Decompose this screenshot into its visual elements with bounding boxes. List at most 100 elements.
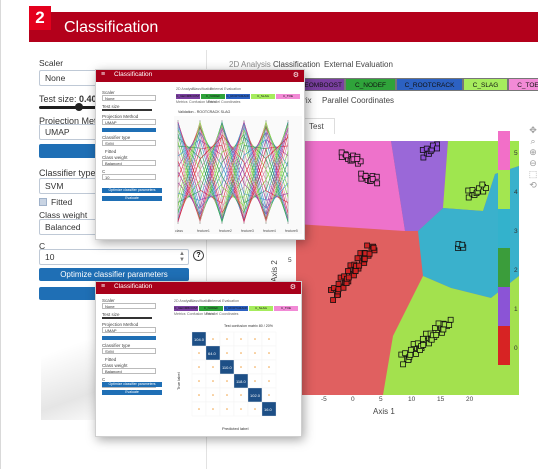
window-subtab[interactable]: Parallel Coordinates: [208, 100, 240, 104]
window-title: Classification: [114, 283, 153, 290]
window-subtab[interactable]: Metrics: [174, 312, 186, 316]
autoscale-icon[interactable]: ⬚: [528, 169, 538, 179]
window-class-chip[interactable]: C_TOE: [276, 94, 300, 99]
subtab-parallel-coordinates[interactable]: Parallel Coordinates: [322, 96, 394, 105]
y-tick: 5: [288, 257, 292, 264]
fitted-checkbox[interactable]: [39, 198, 47, 206]
window-class-chip[interactable]: C_ROOTCRACK: [226, 94, 250, 99]
app-root: 2 Classification Scaler None Test size: …: [0, 0, 538, 469]
colorbar-segment: [498, 326, 510, 365]
settings-icon[interactable]: ⚙: [293, 71, 299, 79]
tab-test[interactable]: Test: [309, 122, 324, 131]
y-axis-label: Axis 2: [270, 260, 279, 282]
x-axis-label: Axis 1: [373, 407, 395, 416]
window-test-size-slider[interactable]: [102, 109, 152, 111]
colorbar-segment: [498, 209, 510, 248]
test-size-slider[interactable]: [39, 106, 99, 109]
window-optimize-button[interactable]: Optimize classifier parameters: [102, 382, 162, 387]
window-class-chip[interactable]: C_ROOTCRACK: [224, 306, 248, 311]
matrix-value: 110.0: [222, 365, 232, 370]
help-icon[interactable]: ?: [193, 250, 204, 261]
window-evaluate-button[interactable]: Evaluate: [102, 196, 162, 201]
data-point: [343, 152, 350, 159]
x-tick: 15: [437, 396, 445, 403]
data-point: [356, 262, 363, 269]
window-class-chip[interactable]: C_NODEF: [199, 306, 223, 311]
data-point: [366, 250, 373, 257]
window-field-select[interactable]: None: [102, 303, 156, 309]
colorbar-tick: 0: [514, 345, 518, 352]
classification-window-parallel: ≡ Classification ⚙ Scaler None Test size Pr…: [95, 69, 305, 240]
class-chip[interactable]: C_TOE: [508, 78, 538, 91]
optimize-button[interactable]: Optimize classifier parameters: [39, 268, 189, 281]
data-point: [345, 274, 352, 281]
x-tick: 10: [408, 396, 416, 403]
tab-2d-analysis[interactable]: 2D Analysis: [229, 60, 271, 69]
window-project-button[interactable]: [102, 128, 156, 132]
data-point: [361, 255, 368, 262]
data-point: [335, 286, 342, 293]
zoom-in-icon[interactable]: ⊕: [528, 147, 538, 157]
window-class-chip[interactable]: C_NODEF: [201, 94, 225, 99]
window-class-chip[interactable]: C_GEOMBOOST: [174, 306, 198, 311]
settings-icon[interactable]: ⚙: [290, 283, 296, 291]
c-stepper[interactable]: ▲ ▼: [179, 251, 185, 263]
pan-icon[interactable]: ✥: [528, 125, 538, 135]
colorbar-tick: 5: [514, 150, 518, 157]
data-point: [434, 145, 441, 152]
window-field-select[interactable]: Balanced: [102, 160, 156, 166]
window-test-size-slider[interactable]: [102, 317, 152, 319]
window-field-select[interactable]: SVM: [102, 348, 156, 354]
window-field-select[interactable]: UMAP: [102, 327, 156, 333]
window-class-chip[interactable]: C_SLAG: [249, 306, 273, 311]
colorbar-segment: [498, 287, 510, 326]
c-input[interactable]: 10: [39, 249, 189, 265]
window-field-select[interactable]: UMAP: [102, 119, 156, 125]
pc-axis-label: feature4: [263, 229, 276, 233]
data-point: [400, 361, 406, 368]
zoom-out-icon[interactable]: ⊖: [528, 158, 538, 168]
window-field-select[interactable]: 10: [102, 174, 156, 180]
window-class-chip[interactable]: C_SLAG: [251, 94, 275, 99]
class-chip[interactable]: C_ROOTCRACK: [396, 78, 463, 91]
window-field-select[interactable]: None: [102, 95, 156, 101]
test-size-label: Test size: 0.40: [39, 94, 97, 104]
data-point: [440, 326, 447, 333]
step-badge: 2: [29, 6, 51, 30]
window-optimize-button[interactable]: Optimize classifier parameters: [102, 188, 162, 193]
reset-icon[interactable]: ⟲: [528, 180, 538, 190]
window-field-select[interactable]: Balanced: [102, 368, 156, 374]
colorbar-tick: 1: [514, 306, 518, 313]
class-chip[interactable]: C_SLAG: [463, 78, 508, 91]
data-point: [435, 320, 442, 327]
class-chip[interactable]: C_NODEF: [345, 78, 396, 91]
window-project-button[interactable]: [102, 336, 156, 340]
x-tick: -5: [321, 396, 327, 403]
window-evaluate-button[interactable]: Evaluate: [102, 390, 162, 395]
page-title: Classification: [64, 19, 159, 36]
fitted-label: Fitted: [51, 197, 73, 207]
window-class-chip[interactable]: C_GEOMBOOST: [176, 94, 200, 99]
x-tick: 5: [379, 396, 383, 403]
zoom-icon[interactable]: ⌕: [528, 136, 538, 146]
matrix-value: 64.0: [208, 351, 217, 356]
tab-classification[interactable]: Classification: [273, 60, 320, 69]
window-subtab[interactable]: Parallel Coordinates: [206, 312, 238, 316]
data-point: [354, 156, 361, 162]
menu-icon[interactable]: ≡: [101, 71, 105, 78]
test-size-slider-handle[interactable]: [75, 103, 83, 111]
window-chart-title: Validation - ROOTCRACK SLAG: [178, 110, 231, 114]
window-subtab[interactable]: Metrics: [176, 100, 188, 104]
menu-icon[interactable]: ≡: [101, 283, 105, 290]
parallel-coordinates-chart[interactable]: class feature1 feature2 feature3 feature4 fea…: [174, 116, 302, 234]
window-field-select[interactable]: SVM: [102, 140, 156, 146]
window-class-chip[interactable]: C_TOE: [274, 306, 298, 311]
x-tick: 20: [466, 396, 474, 403]
data-point: [374, 180, 381, 187]
data-point: [420, 342, 427, 348]
window-tab[interactable]: External Evaluation: [208, 299, 239, 303]
pc-axis-label: feature2: [219, 229, 232, 233]
window-tab[interactable]: External Evaluation: [210, 87, 241, 91]
tab-external-evaluation[interactable]: External Evaluation: [324, 60, 393, 69]
confusion-matrix[interactable]: 104.0 64.0 110.0 118.0 102.0 16.0 Predicted la…: [174, 328, 299, 434]
